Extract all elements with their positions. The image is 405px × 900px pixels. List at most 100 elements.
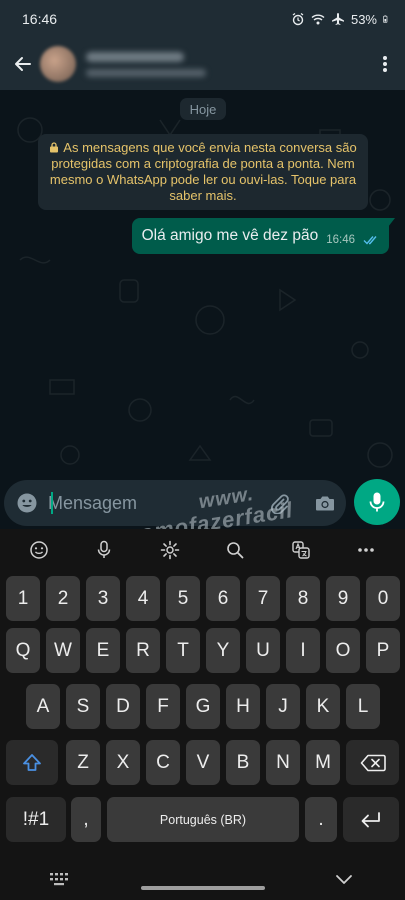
- menu-button[interactable]: [373, 49, 397, 79]
- key-b[interactable]: B: [226, 740, 260, 785]
- back-button[interactable]: [8, 49, 38, 79]
- key-3[interactable]: 3: [86, 576, 120, 621]
- key-f[interactable]: F: [146, 684, 180, 729]
- key-2[interactable]: 2: [46, 576, 80, 621]
- enter-key[interactable]: [343, 797, 399, 842]
- battery-icon: [383, 15, 388, 23]
- key-0[interactable]: 0: [366, 576, 400, 621]
- chevron-down-icon[interactable]: [333, 869, 355, 889]
- keyboard-search-button[interactable]: [221, 536, 249, 564]
- key-d[interactable]: D: [106, 684, 140, 729]
- status-bar: 16:46 53%: [0, 0, 405, 38]
- emoji-outline-icon: [30, 541, 48, 559]
- key-e[interactable]: E: [86, 628, 120, 673]
- key-u[interactable]: U: [246, 628, 280, 673]
- key-k[interactable]: K: [306, 684, 340, 729]
- more-vertical-icon: [383, 56, 387, 72]
- encryption-notice[interactable]: As mensagens que você envia nesta conver…: [38, 134, 368, 210]
- key-4[interactable]: 4: [126, 576, 160, 621]
- key-8[interactable]: 8: [286, 576, 320, 621]
- shift-key[interactable]: [6, 740, 58, 785]
- text-cursor: [51, 492, 53, 514]
- key-6[interactable]: 6: [206, 576, 240, 621]
- backspace-key[interactable]: [346, 740, 399, 785]
- keyboard-switch-icon[interactable]: [48, 871, 70, 887]
- message-input[interactable]: [48, 492, 248, 514]
- message-time: 16:46: [326, 234, 355, 246]
- shift-icon: [23, 753, 41, 771]
- emoji-button[interactable]: [14, 490, 40, 516]
- gear-icon: [160, 540, 180, 560]
- period-key[interactable]: .: [305, 797, 337, 842]
- key-l[interactable]: L: [346, 684, 380, 729]
- key-c[interactable]: C: [146, 740, 180, 785]
- keyboard-settings-button[interactable]: [156, 536, 184, 564]
- key-o[interactable]: O: [326, 628, 360, 673]
- outgoing-message[interactable]: Olá amigo me vê dez pão 16:46: [131, 218, 389, 254]
- encryption-notice-text: As mensagens que você envia nesta conver…: [49, 140, 357, 203]
- message-tail: [388, 218, 395, 227]
- wifi-icon: [311, 14, 325, 25]
- emoji-panel-button[interactable]: [25, 536, 53, 564]
- key-row-1: Q W E R T Y U I O P: [0, 628, 405, 674]
- space-key[interactable]: Português (BR): [107, 797, 299, 842]
- keyboard-toolbar: [0, 529, 405, 571]
- contact-status-blurred: [86, 68, 206, 77]
- symbols-key[interactable]: !#1: [6, 797, 66, 842]
- voice-record-button[interactable]: [354, 479, 400, 525]
- camera-button[interactable]: [312, 490, 338, 516]
- key-1[interactable]: 1: [6, 576, 40, 621]
- home-indicator[interactable]: [141, 886, 265, 890]
- key-t[interactable]: T: [166, 628, 200, 673]
- key-row-3: Z X C V B N M: [0, 740, 405, 786]
- key-r[interactable]: R: [126, 628, 160, 673]
- key-x[interactable]: X: [106, 740, 140, 785]
- key-row-numbers: 1 2 3 4 5 6 7 8 9 0: [0, 576, 405, 622]
- back-arrow-icon: [15, 57, 31, 71]
- key-9[interactable]: 9: [326, 576, 360, 621]
- comma-key[interactable]: ,: [71, 797, 101, 842]
- key-v[interactable]: V: [186, 740, 220, 785]
- key-h[interactable]: H: [226, 684, 260, 729]
- contact-avatar[interactable]: [40, 46, 76, 82]
- attach-button[interactable]: [266, 490, 292, 516]
- key-n[interactable]: N: [266, 740, 300, 785]
- key-z[interactable]: Z: [66, 740, 100, 785]
- key-w[interactable]: W: [46, 628, 80, 673]
- key-y[interactable]: Y: [206, 628, 240, 673]
- airplane-icon: [331, 13, 344, 25]
- voice-input-button[interactable]: [90, 536, 118, 564]
- more-horizontal-icon: [358, 548, 375, 552]
- more-options-button[interactable]: [352, 536, 380, 564]
- chat-area[interactable]: Hoje As mensagens que você envia nesta c…: [0, 90, 405, 477]
- key-a[interactable]: A: [26, 684, 60, 729]
- search-icon: [227, 542, 244, 559]
- contact-name-blurred: [86, 51, 184, 62]
- key-m[interactable]: M: [306, 740, 340, 785]
- translate-icon: [292, 541, 310, 559]
- keyboard: 1 2 3 4 5 6 7 8 9 0 Q W E R T Y U I O P …: [0, 529, 405, 900]
- key-g[interactable]: G: [186, 684, 220, 729]
- status-icons: 53%: [291, 12, 391, 27]
- enter-icon: [361, 811, 380, 827]
- translate-button[interactable]: [287, 536, 315, 564]
- contact-info[interactable]: [86, 51, 206, 77]
- message-text: Olá amigo me vê dez pão: [141, 227, 319, 244]
- alarm-icon: [292, 12, 304, 26]
- key-p[interactable]: P: [366, 628, 400, 673]
- status-time: 16:46: [22, 11, 58, 27]
- read-ticks-icon: [363, 236, 377, 245]
- date-chip: Hoje: [180, 98, 226, 120]
- key-row-bottom: !#1 , Português (BR) .: [0, 797, 405, 843]
- key-q[interactable]: Q: [6, 628, 40, 673]
- chat-header: [0, 38, 405, 90]
- microphone-icon: [369, 492, 385, 512]
- key-s[interactable]: S: [66, 684, 100, 729]
- emoji-icon: [17, 493, 37, 513]
- message-input-container[interactable]: [4, 480, 346, 526]
- key-j[interactable]: J: [266, 684, 300, 729]
- key-5[interactable]: 5: [166, 576, 200, 621]
- key-row-2: A S D F G H J K L: [0, 684, 405, 730]
- key-i[interactable]: I: [286, 628, 320, 673]
- key-7[interactable]: 7: [246, 576, 280, 621]
